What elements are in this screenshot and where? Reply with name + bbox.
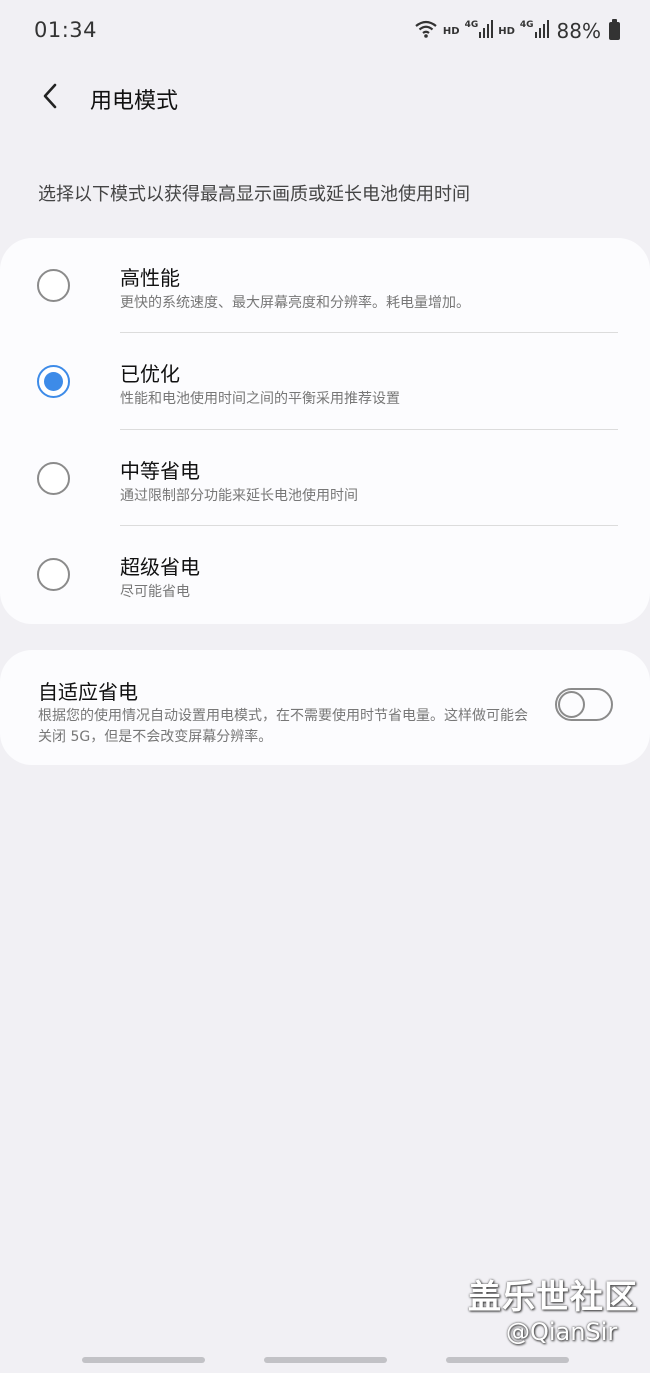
radio-button[interactable]	[37, 558, 70, 591]
mode-title: 超级省电	[120, 555, 200, 579]
mode-item-maximum-power-saving[interactable]: 超级省电 尽可能省电	[0, 527, 650, 623]
battery-percentage: 88%	[556, 19, 601, 43]
power-mode-card: 高性能 更快的系统速度、最大屏幕亮度和分辨率。耗电量增加。 已优化 性能和电池使…	[0, 238, 650, 624]
radio-button[interactable]	[37, 462, 70, 495]
mode-item-optimized[interactable]: 已优化 性能和电池使用时间之间的平衡采用推荐设置	[0, 334, 650, 430]
adaptive-subtitle: 根据您的使用情况自动设置用电模式，在不需要使用时节省电量。这样做可能会关闭 5G…	[38, 708, 528, 745]
divider	[120, 525, 618, 526]
mode-title: 已优化	[120, 362, 180, 386]
nav-handle-left	[82, 1357, 205, 1363]
network-type-2: 4G	[519, 20, 534, 30]
toggle-knob	[558, 691, 585, 718]
mode-title: 高性能	[120, 266, 180, 290]
network-type-1: 4G	[464, 20, 479, 30]
mode-item-medium-power-saving[interactable]: 中等省电 通过限制部分功能来延长电池使用时间	[0, 431, 650, 527]
signal-icon-2	[534, 20, 549, 42]
status-bar: 01:34 HD 4G HD 4G 88%	[0, 0, 650, 62]
radio-button[interactable]	[37, 269, 70, 302]
nav-handle-right	[446, 1357, 569, 1363]
mode-subtitle: 更快的系统速度、最大屏幕亮度和分辨率。耗电量增加。	[120, 295, 470, 311]
watermark-handle: @QianSir	[506, 1318, 618, 1346]
divider	[120, 332, 618, 333]
page-description: 选择以下模式以获得最高显示画质或延长电池使用时间	[38, 184, 470, 205]
hd-label-1: HD	[442, 25, 460, 37]
signal-icon-1	[479, 20, 494, 42]
status-icons: HD 4G HD 4G 88%	[414, 17, 620, 45]
app-header: 用电模式	[0, 62, 650, 134]
mode-subtitle: 通过限制部分功能来延长电池使用时间	[120, 488, 358, 504]
page-title: 用电模式	[90, 89, 179, 114]
wifi-icon	[414, 19, 438, 43]
chevron-left-icon	[40, 82, 60, 114]
watermark-title: 盖乐世社区	[468, 1277, 638, 1316]
radio-button-selected[interactable]	[37, 365, 70, 398]
back-button[interactable]	[30, 80, 70, 116]
mode-item-high-performance[interactable]: 高性能 更快的系统速度、最大屏幕亮度和分辨率。耗电量增加。	[0, 238, 650, 334]
nav-handle-center	[264, 1357, 387, 1363]
adaptive-toggle[interactable]	[555, 688, 613, 721]
divider	[120, 429, 618, 430]
mode-title: 中等省电	[120, 459, 200, 483]
adaptive-power-saving-card[interactable]: 自适应省电 根据您的使用情况自动设置用电模式，在不需要使用时节省电量。这样做可能…	[0, 650, 650, 765]
hd-label-2: HD	[498, 25, 515, 37]
status-time: 01:34	[34, 18, 98, 42]
battery-icon	[609, 19, 620, 40]
mode-subtitle: 性能和电池使用时间之间的平衡采用推荐设置	[120, 391, 400, 407]
mode-subtitle: 尽可能省电	[120, 584, 190, 600]
adaptive-title: 自适应省电	[38, 680, 138, 704]
